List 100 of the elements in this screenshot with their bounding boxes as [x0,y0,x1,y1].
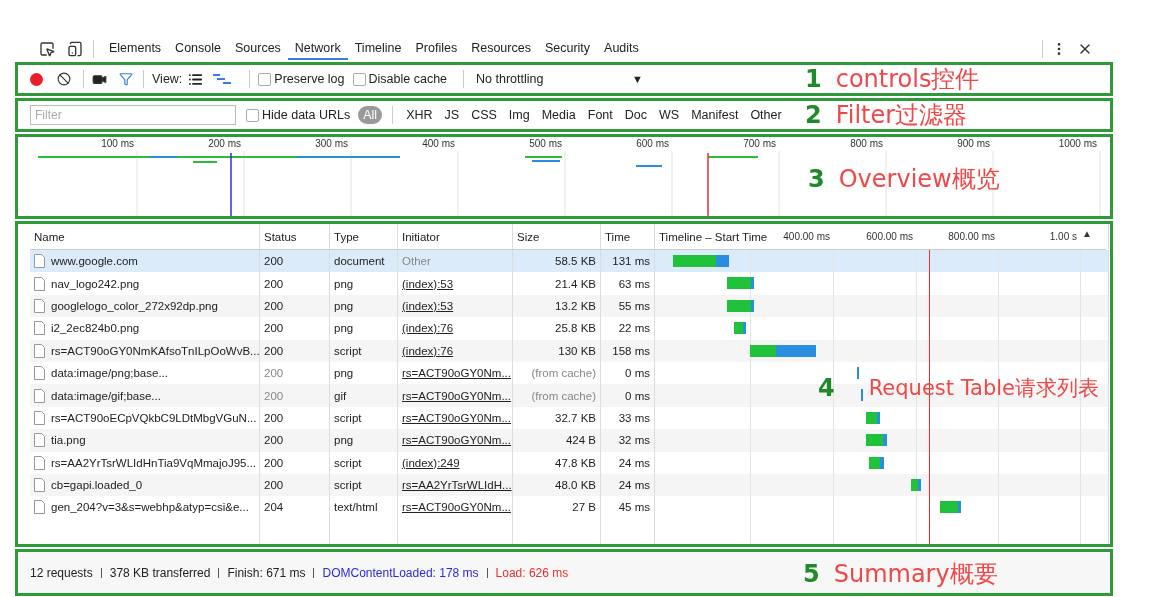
table-cell: document [334,255,385,268]
file-icon [34,433,45,448]
file-icon [34,410,45,425]
column-header[interactable]: Initiator [402,230,440,243]
table-cell: script [334,456,362,469]
section-number: 1 [805,65,822,93]
waterfall-bar [750,344,816,357]
checkbox[interactable] [246,108,259,122]
time-tick: 400.00 ms [783,231,830,242]
table-cell: 47.8 KB [555,456,596,469]
device-icon[interactable] [67,41,83,57]
summary-text: 378 KB transferred [109,565,211,580]
table-cell: 200 [264,434,284,447]
file-icon [34,455,45,470]
table-cell: 131 ms [612,255,650,268]
table-cell: 200 [264,322,284,335]
table-cell: 200 [264,389,284,402]
checkbox-label: Disable cache [368,72,448,86]
initiator-link[interactable]: (index):249 [402,456,460,469]
type-filter[interactable]: JS [439,106,465,124]
checkbox[interactable] [258,72,272,86]
type-filter[interactable]: Font [582,106,618,124]
initiator-link[interactable]: rs=ACT90oGY0Nm... [402,367,511,380]
record-icon[interactable] [30,72,43,86]
table-cell: 55 ms [618,299,650,312]
checkbox-label: Hide data URLs [262,108,351,122]
type-filter[interactable]: CSS [466,106,502,124]
panel-tab[interactable]: Resources [464,38,538,60]
type-filter[interactable]: Manifest [686,106,744,124]
table-cell[interactable]: rs=ACT90oECpVQkbC9LDtMbgVGuN... [51,411,257,424]
table-cell: 200 [264,456,284,469]
initiator-link[interactable]: (index):76 [402,322,454,335]
summary-text: 12 requests [30,565,93,580]
panel-tab[interactable]: Elements [102,38,169,60]
table-cell: 200 [264,479,284,492]
section-label: controls控件 [835,64,980,95]
type-filter[interactable]: XHR [401,106,438,124]
clear-icon[interactable] [57,72,71,86]
column-header[interactable]: Size [517,230,540,243]
checkbox[interactable] [352,72,366,86]
type-filter[interactable]: Other [745,106,787,124]
list-icon[interactable] [188,71,204,87]
panel-tab[interactable]: Sources [228,38,288,60]
table-cell[interactable]: data:image/png;base... [51,367,168,380]
throttling-select[interactable]: No throttling [472,72,633,86]
panel-tab[interactable]: Network [287,38,348,60]
panel-tab[interactable]: Console [168,38,228,60]
panel-tab[interactable]: Profiles [408,38,465,60]
panel-tab[interactable]: Audits [597,38,646,60]
dropdown-arrow[interactable]: ▼ [632,73,643,85]
waterfall-bar [869,456,884,469]
file-icon [34,298,45,313]
table-cell: (from cache) [531,389,596,402]
initiator-link[interactable]: (index):53 [402,277,454,290]
column-header[interactable]: Time [605,230,631,243]
table-cell[interactable]: i2_2ec824b0.png [51,322,140,335]
waterfall-bar [734,322,746,335]
panel-tab[interactable]: Security [537,38,598,60]
time-tick: 1.00 s [1049,231,1077,242]
file-icon [34,388,45,403]
column-header[interactable]: Name [34,230,65,243]
column-header[interactable]: Type [334,230,359,243]
table-cell: Other [402,255,431,268]
table-cell: script [334,479,362,492]
table-cell: png [334,434,354,447]
table-cell[interactable]: tia.png [51,434,86,447]
waterfall-bar [727,299,754,312]
table-cell: 200 [264,367,284,380]
time-tick: 700 ms [743,138,776,149]
table-cell: 0 ms [625,389,650,402]
table-cell: text/html [334,501,378,514]
type-filter[interactable]: Img [503,106,535,124]
type-filter[interactable]: Doc [619,106,652,124]
waterfall-icon[interactable] [213,73,232,85]
inspect-icon[interactable] [39,41,55,57]
table-cell: 204 [264,501,284,514]
table-cell: 200 [264,255,284,268]
initiator-link[interactable]: rs=ACT90oGY0Nm... [402,501,511,514]
time-tick: 300 ms [315,138,348,149]
type-filter[interactable]: Media [536,106,581,124]
column-header[interactable]: Status [264,230,297,243]
file-icon [34,366,45,381]
table-cell[interactable]: rs=AA2YrTsrWLIdHnTia9VqMmajoJ95... [51,456,257,469]
table-cell: 27 B [572,501,596,514]
initiator-link[interactable]: rs=ACT90oGY0Nm... [402,411,511,424]
summary-text: Load: 626 ms [495,565,569,580]
time-tick: 600.00 ms [866,231,913,242]
file-icon [34,500,45,515]
table-cell[interactable]: nav_logo242.png [51,277,140,290]
sort-arrow[interactable]: ▲ [1082,228,1092,239]
table-cell: 45 ms [618,501,650,514]
column-header[interactable]: Timeline – Start Time [659,230,768,243]
time-tick: 400 ms [422,138,455,149]
table-cell[interactable]: gen_204?v=3&s=webhp&atyp=csi&e... [51,501,249,514]
panel-tab[interactable]: Timeline [347,38,409,60]
filter-icon[interactable] [119,72,133,86]
type-filter[interactable]: WS [654,106,685,124]
filter-field[interactable]: Filter [30,105,236,125]
table-cell: script [334,411,362,424]
table-cell: 200 [264,277,284,290]
